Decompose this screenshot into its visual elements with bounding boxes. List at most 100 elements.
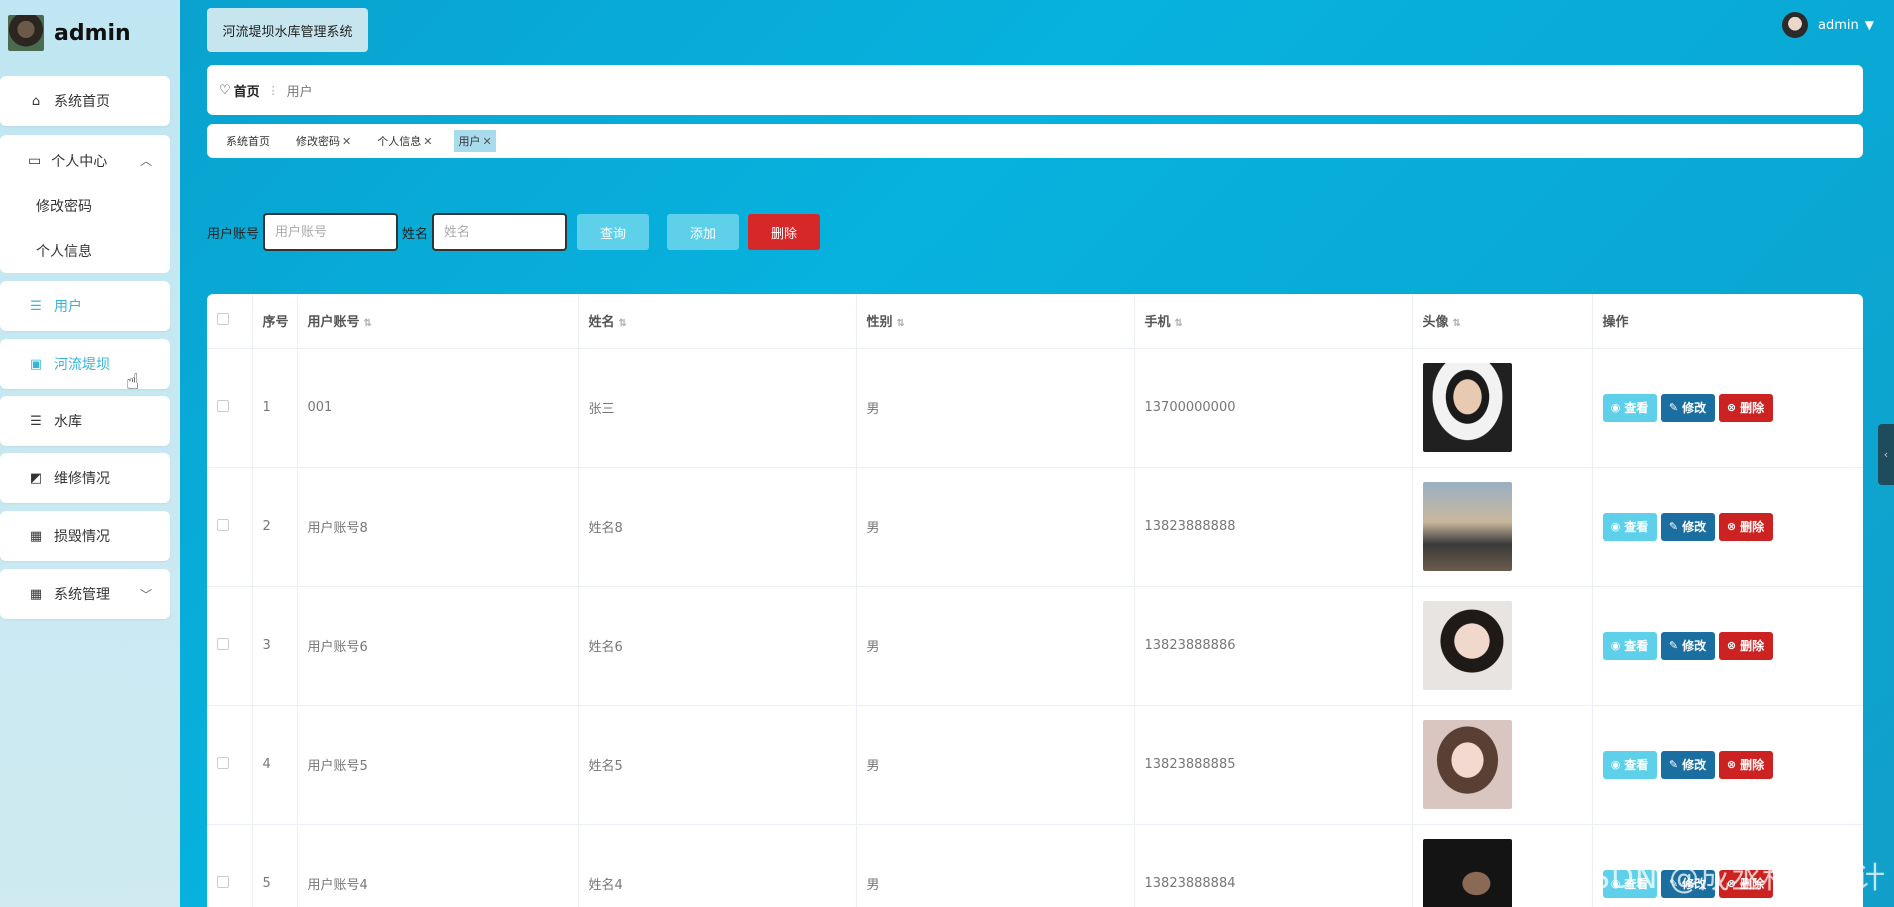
breadcrumb-home[interactable]: ♡ 首页: [219, 81, 260, 100]
tab-label: 个人信息: [377, 135, 422, 148]
column-header-label: 性别: [866, 315, 893, 331]
row-checkbox[interactable]: [217, 399, 229, 412]
column-header-label: 姓名: [588, 315, 615, 331]
sort-icon[interactable]: ⇅: [1175, 318, 1183, 329]
edit-button[interactable]: ✎ 修改: [1660, 631, 1715, 660]
close-icon[interactable]: ✕: [342, 135, 351, 148]
sidebar-item-label: 个人中心: [51, 154, 108, 170]
id-card-icon: ▭: [28, 153, 42, 169]
view-button[interactable]: ◉ 查看: [1602, 393, 1657, 422]
breadcrumb-separator: ⋮: [267, 83, 279, 97]
column-header[interactable]: 性别 ⇅: [856, 294, 1135, 349]
circle-x-icon: ⊗: [1726, 520, 1737, 533]
grid-icon: ▦: [29, 586, 43, 602]
avatar: [1422, 482, 1512, 571]
sidebar-item-users[interactable]: ☰ 用户: [0, 281, 170, 331]
sort-icon[interactable]: ⇅: [1453, 318, 1461, 329]
eye-icon: ◉: [1610, 639, 1621, 652]
avatar: [1422, 839, 1512, 907]
collapse-handle[interactable]: ‹: [1878, 424, 1894, 485]
search-bar: 用户账号 姓名 查询 添加 删除: [207, 213, 821, 251]
list-icon: ☰: [30, 298, 42, 314]
cell-phone: 13823888888: [1134, 467, 1413, 587]
tab-label: 修改密码: [296, 135, 340, 148]
chevron-up-icon[interactable]: ︿: [140, 152, 152, 169]
account-search-input[interactable]: [263, 213, 399, 251]
brand-avatar: [8, 15, 44, 51]
add-button[interactable]: 添加: [667, 214, 740, 250]
sidebar-item-home[interactable]: ⌂ 系统首页: [0, 76, 170, 126]
row-checkbox[interactable]: [217, 875, 229, 888]
chart-icon: ◩: [29, 470, 43, 486]
delete-button[interactable]: ⊗ 删除: [1718, 631, 1773, 660]
sidebar-item-system-management[interactable]: ▦ 系统管理 ﹀: [0, 569, 170, 619]
tab-users[interactable]: 用户 ✕: [454, 130, 496, 152]
row-checkbox[interactable]: [217, 756, 229, 769]
tab-label: 用户: [458, 135, 481, 148]
caret-down-icon: ▼: [1864, 18, 1874, 32]
heart-icon: ♡: [219, 82, 231, 98]
sort-icon[interactable]: ⇅: [619, 318, 627, 329]
system-title-button[interactable]: 河流堤坝水库管理系统: [207, 8, 368, 52]
sidebar-item-label: 损毁情况: [54, 529, 110, 545]
column-header[interactable]: 手机 ⇅: [1134, 294, 1413, 349]
cell-gender: 男: [856, 467, 1135, 587]
cell-name: 姓名4: [578, 824, 857, 907]
view-button[interactable]: ◉ 查看: [1602, 750, 1657, 779]
sidebar-item-label: 系统首页: [54, 94, 110, 110]
view-button[interactable]: ◉ 查看: [1602, 631, 1657, 660]
close-icon[interactable]: ✕: [423, 135, 432, 148]
delete-button[interactable]: ⊗ 删除: [1718, 512, 1773, 541]
sidebar-item-damage[interactable]: ▦ 损毁情况: [0, 511, 170, 561]
brand: admin: [8, 14, 173, 52]
close-icon[interactable]: ✕: [482, 135, 491, 148]
user-menu[interactable]: admin ▼: [1782, 12, 1874, 38]
cell-phone: 13700000000: [1134, 348, 1413, 468]
sidebar-item-reservoir[interactable]: ☰ 水库: [0, 396, 170, 446]
edit-button[interactable]: ✎ 修改: [1660, 750, 1715, 779]
pencil-icon: ✎: [1668, 401, 1679, 414]
sidebar-item-label: 河流堤坝: [54, 357, 110, 373]
column-header[interactable]: 用户账号 ⇅: [297, 294, 579, 349]
chevron-left-icon: ‹: [1883, 448, 1889, 461]
pencil-icon: ✎: [1668, 520, 1679, 533]
edit-button[interactable]: ✎ 修改: [1660, 393, 1715, 422]
sidebar-subitem-change-password[interactable]: 修改密码: [36, 196, 92, 216]
edit-label: 修改: [1682, 639, 1707, 653]
pencil-icon: ✎: [1668, 758, 1679, 771]
sidebar-item-personal-center[interactable]: ▭ 个人中心: [28, 151, 107, 171]
edit-button[interactable]: ✎ 修改: [1660, 512, 1715, 541]
tab-personal-info[interactable]: 个人信息 ✕: [373, 130, 436, 152]
view-button[interactable]: ◉ 查看: [1602, 512, 1657, 541]
sidebar-subitem-personal-info[interactable]: 个人信息: [36, 241, 92, 261]
pointer-cursor-icon: ☝: [126, 370, 140, 395]
row-checkbox[interactable]: [217, 518, 229, 531]
sort-icon[interactable]: ⇅: [897, 318, 905, 329]
list-icon: ☰: [30, 413, 42, 429]
delete-button[interactable]: ⊗ 删除: [1718, 750, 1773, 779]
cell-account: 001: [297, 348, 579, 468]
column-header-label: 头像: [1422, 315, 1449, 331]
name-search-input[interactable]: [432, 213, 568, 251]
cell-index: 3: [252, 586, 298, 706]
user-name: admin: [1818, 17, 1859, 33]
column-header[interactable]: 头像 ⇅: [1412, 294, 1593, 349]
clipboard-icon: ▣: [29, 356, 43, 372]
sort-icon[interactable]: ⇅: [364, 318, 372, 329]
tab-home[interactable]: 系统首页: [222, 130, 274, 152]
query-button[interactable]: 查询: [577, 214, 650, 250]
delete-button[interactable]: ⊗ 删除: [1718, 393, 1773, 422]
sidebar-item-river-dam[interactable]: ▣ 河流堤坝: [0, 339, 170, 389]
batch-delete-button[interactable]: 删除: [748, 214, 821, 250]
sidebar-item-label: 系统管理: [54, 587, 110, 603]
select-all-checkbox[interactable]: [217, 312, 229, 325]
sidebar-item-maintenance[interactable]: ◩ 维修情况: [0, 453, 170, 503]
column-header: 序号: [252, 294, 298, 349]
cell-phone: 13823888885: [1134, 705, 1413, 825]
table-row: 3 用户账号6 姓名6 男 13823888886 ◉ 查看 ✎ 修改 ⊗ 删除: [207, 586, 1863, 706]
delete-label: 删除: [1740, 758, 1765, 772]
tab-change-password[interactable]: 修改密码 ✕: [292, 130, 355, 152]
user-table: 序号 用户账号 ⇅ 姓名 ⇅ 性别 ⇅ 手机 ⇅ 头像 ⇅ 操作 1 001 张三 男 1…: [207, 294, 1863, 907]
column-header[interactable]: 姓名 ⇅: [578, 294, 857, 349]
row-checkbox[interactable]: [217, 637, 229, 650]
